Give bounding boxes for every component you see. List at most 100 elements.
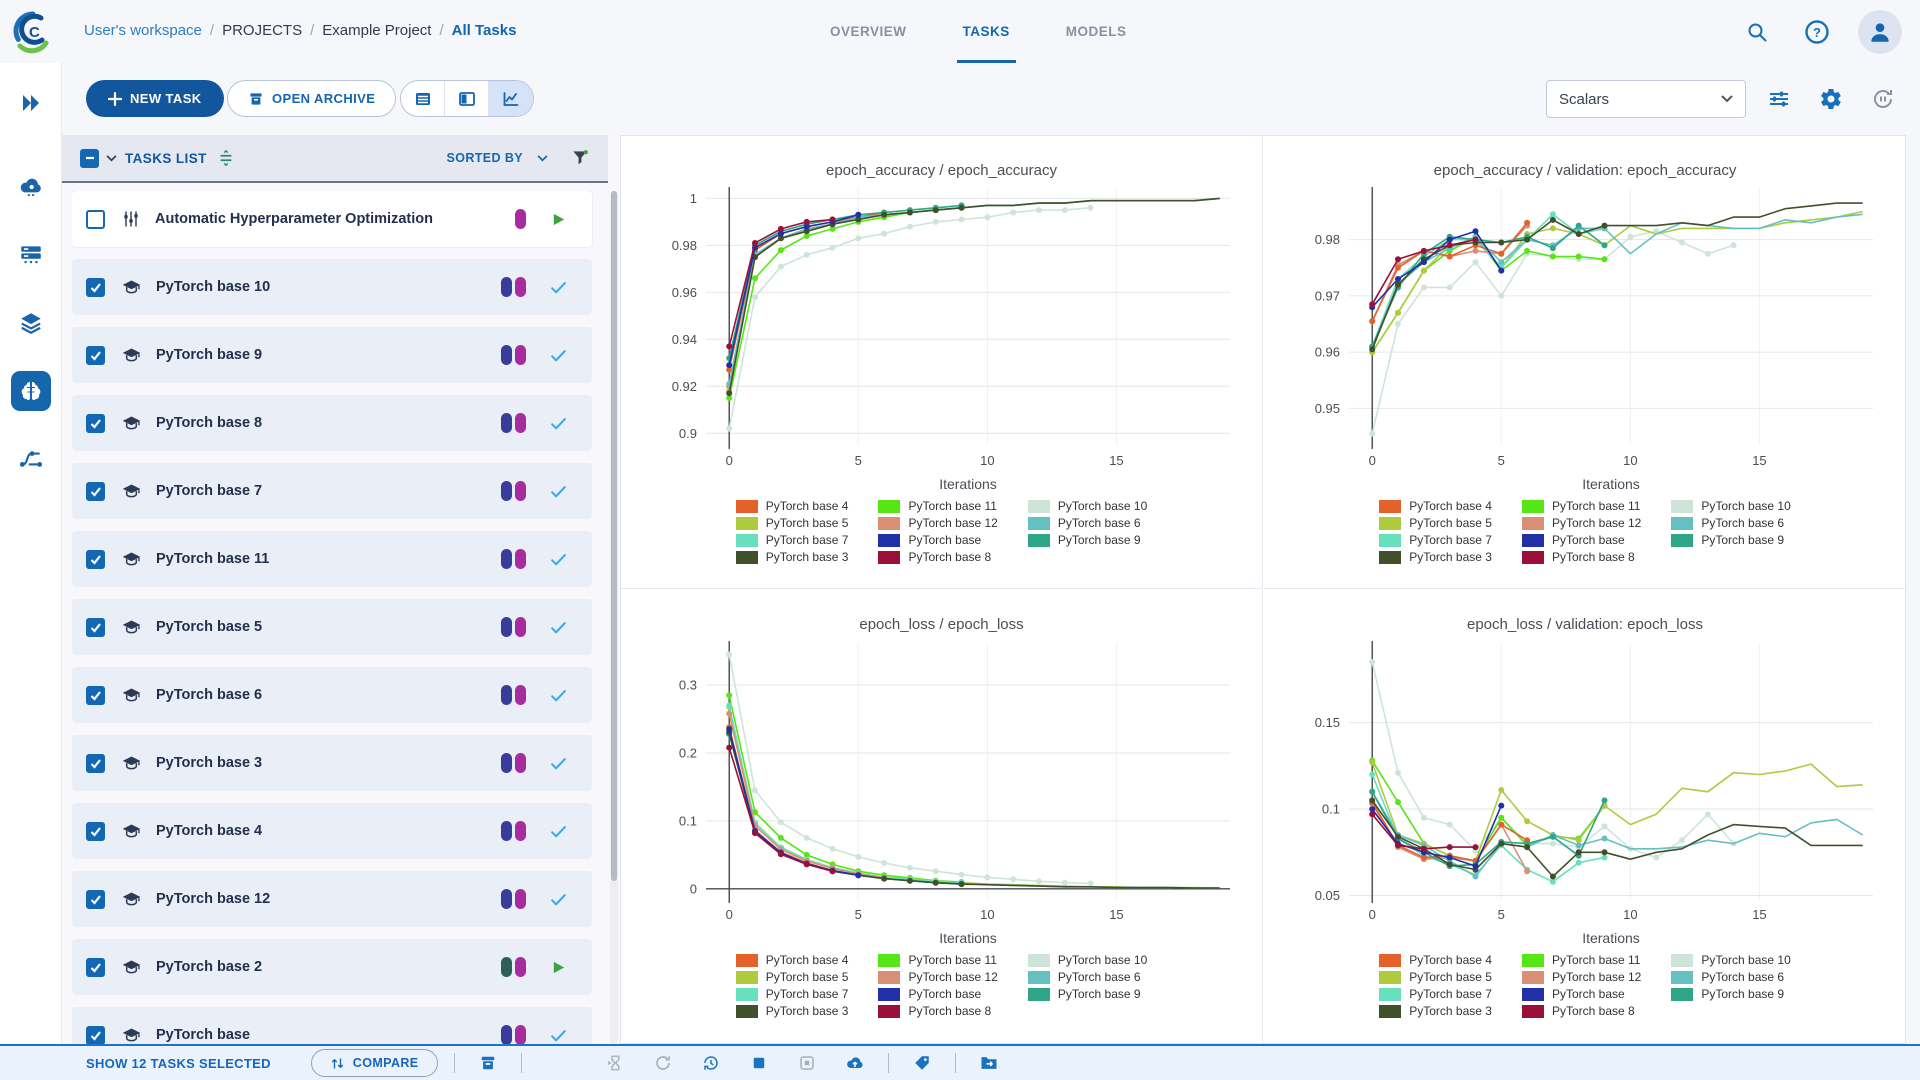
legend-item[interactable]: PyTorch base 10 (1671, 499, 1791, 513)
sidebar-item-pipelines[interactable] (0, 431, 62, 487)
open-archive-button[interactable]: OPEN ARCHIVE (227, 80, 397, 117)
legend-item[interactable]: PyTorch base 8 (878, 1004, 997, 1018)
task-checkbox[interactable] (86, 413, 105, 433)
refresh-icon[interactable] (646, 1049, 680, 1077)
task-row[interactable]: PyTorch base 6 (72, 667, 592, 723)
sidebar-item-expand[interactable] (0, 75, 62, 131)
tune-settings-icon[interactable] (1760, 80, 1798, 118)
split-view-button[interactable] (445, 81, 489, 116)
filter-funnel-icon[interactable] (570, 148, 590, 168)
compare-button[interactable]: COMPARE (310, 1049, 438, 1077)
breadcrumb-projects[interactable]: PROJECTS (222, 22, 302, 39)
task-row[interactable]: PyTorch base 12 (72, 871, 592, 927)
task-checkbox[interactable] (86, 481, 105, 501)
breadcrumb-workspace[interactable]: User's workspace (84, 22, 202, 39)
charts-view-button[interactable] (489, 81, 533, 116)
tasks-scrollbar[interactable] (610, 191, 618, 1044)
legend-item[interactable]: PyTorch base (1521, 987, 1641, 1001)
reset-button[interactable] (694, 1049, 728, 1077)
task-checkbox[interactable] (86, 685, 105, 705)
legend-item[interactable]: PyTorch base 10 (1671, 953, 1791, 967)
legend-item[interactable]: PyTorch base 9 (1027, 533, 1147, 547)
legend-item[interactable]: PyTorch base (1521, 533, 1641, 547)
legend-item[interactable]: PyTorch base 3 (1379, 1004, 1492, 1018)
legend-item[interactable]: PyTorch base 10 (1027, 953, 1147, 967)
tab-tasks[interactable]: TASKS (956, 0, 1017, 63)
legend-item[interactable]: PyTorch base 5 (1379, 970, 1492, 984)
metric-type-dropdown[interactable]: Scalars (1546, 80, 1746, 118)
clearml-logo[interactable]: C (10, 8, 56, 54)
tab-overview[interactable]: OVERVIEW (830, 0, 907, 63)
legend-item[interactable]: PyTorch base 11 (1521, 953, 1641, 967)
publish-button[interactable] (838, 1049, 872, 1077)
gear-icon[interactable] (1812, 80, 1850, 118)
task-checkbox[interactable] (86, 345, 105, 365)
legend-item[interactable]: PyTorch base 8 (1521, 1004, 1641, 1018)
task-checkbox[interactable] (86, 549, 105, 569)
task-checkbox[interactable] (86, 209, 105, 229)
task-checkbox[interactable] (86, 617, 105, 637)
stop-button[interactable] (742, 1049, 776, 1077)
task-row[interactable]: PyTorch base 11 (72, 531, 592, 587)
task-row[interactable]: Automatic Hyperparameter Optimization (72, 191, 592, 247)
task-checkbox[interactable] (86, 1025, 105, 1044)
legend-item[interactable]: PyTorch base 4 (735, 953, 848, 967)
legend-item[interactable]: PyTorch base 4 (735, 499, 848, 513)
abort-all-children-button[interactable] (790, 1049, 824, 1077)
move-to-project-button[interactable] (972, 1049, 1006, 1077)
legend-item[interactable]: PyTorch base 3 (735, 550, 848, 564)
legend-item[interactable]: PyTorch base 6 (1027, 516, 1147, 530)
task-checkbox[interactable] (86, 889, 105, 909)
legend-item[interactable]: PyTorch base 9 (1027, 987, 1147, 1001)
legend-item[interactable]: PyTorch base 3 (735, 1004, 848, 1018)
task-checkbox[interactable] (86, 277, 105, 297)
task-row[interactable]: PyTorch base 3 (72, 735, 592, 791)
task-row[interactable]: PyTorch base (72, 1007, 592, 1044)
task-checkbox[interactable] (86, 821, 105, 841)
legend-item[interactable]: PyTorch base 7 (735, 533, 848, 547)
line-chart[interactable]: 0 5 10 15 0 0.1 0.2 0.3 Iterations (642, 633, 1242, 951)
search-icon[interactable] (1738, 13, 1776, 51)
sidebar-item-queues[interactable] (0, 227, 62, 283)
line-chart[interactable]: 0 5 10 15 0.05 0.1 0.15 Iterations (1285, 633, 1885, 951)
legend-item[interactable]: PyTorch base 7 (735, 987, 848, 1001)
legend-item[interactable]: PyTorch base 6 (1671, 970, 1790, 984)
legend-item[interactable]: PyTorch base 5 (1379, 516, 1492, 530)
user-avatar[interactable] (1858, 10, 1902, 54)
legend-item[interactable]: PyTorch base 11 (1521, 499, 1641, 513)
task-checkbox[interactable] (86, 753, 105, 773)
archive-button[interactable] (471, 1049, 505, 1077)
legend-item[interactable]: PyTorch base 5 (735, 516, 848, 530)
legend-item[interactable]: PyTorch base 10 (1027, 499, 1147, 513)
help-icon[interactable]: ? (1798, 13, 1836, 51)
task-row[interactable]: PyTorch base 9 (72, 327, 592, 383)
line-chart[interactable]: 0 5 10 15 0.95 0.96 0.97 0.98 Iterations (1285, 179, 1885, 497)
sidebar-item-projects[interactable] (0, 363, 62, 419)
legend-item[interactable]: PyTorch base 11 (878, 499, 997, 513)
selection-caret-icon[interactable] (106, 154, 117, 162)
task-row[interactable]: PyTorch base 5 (72, 599, 592, 655)
legend-item[interactable]: PyTorch base 6 (1027, 970, 1147, 984)
abort-button[interactable] (598, 1049, 632, 1077)
task-row[interactable]: PyTorch base 4 (72, 803, 592, 859)
task-row[interactable]: PyTorch base 2 (72, 939, 592, 995)
legend-item[interactable]: PyTorch base 4 (1379, 499, 1492, 513)
legend-item[interactable]: PyTorch base 3 (1379, 550, 1492, 564)
legend-item[interactable]: PyTorch base 8 (878, 550, 997, 564)
task-checkbox[interactable] (86, 957, 105, 977)
tab-models[interactable]: MODELS (1066, 0, 1127, 63)
legend-item[interactable]: PyTorch base 4 (1379, 953, 1492, 967)
legend-item[interactable]: PyTorch base 5 (735, 970, 848, 984)
line-chart[interactable]: 0 5 10 15 0.9 0.92 0.94 0.96 0.98 1 Iterations (642, 179, 1242, 497)
task-row[interactable]: PyTorch base 10 (72, 259, 592, 315)
legend-item[interactable]: PyTorch base 9 (1671, 987, 1790, 1001)
legend-item[interactable]: PyTorch base 7 (1379, 533, 1492, 547)
legend-item[interactable]: PyTorch base 12 (1521, 970, 1641, 984)
legend-item[interactable]: PyTorch base 12 (1521, 516, 1641, 530)
legend-item[interactable]: PyTorch base 6 (1671, 516, 1790, 530)
new-task-button[interactable]: NEW TASK (86, 80, 224, 117)
sort-columns-icon[interactable] (217, 149, 235, 167)
auto-refresh-icon[interactable] (1864, 80, 1902, 118)
selected-count-text[interactable]: SHOW 12 TASKS SELECTED (86, 1056, 271, 1071)
breadcrumb-project[interactable]: Example Project (322, 22, 431, 39)
